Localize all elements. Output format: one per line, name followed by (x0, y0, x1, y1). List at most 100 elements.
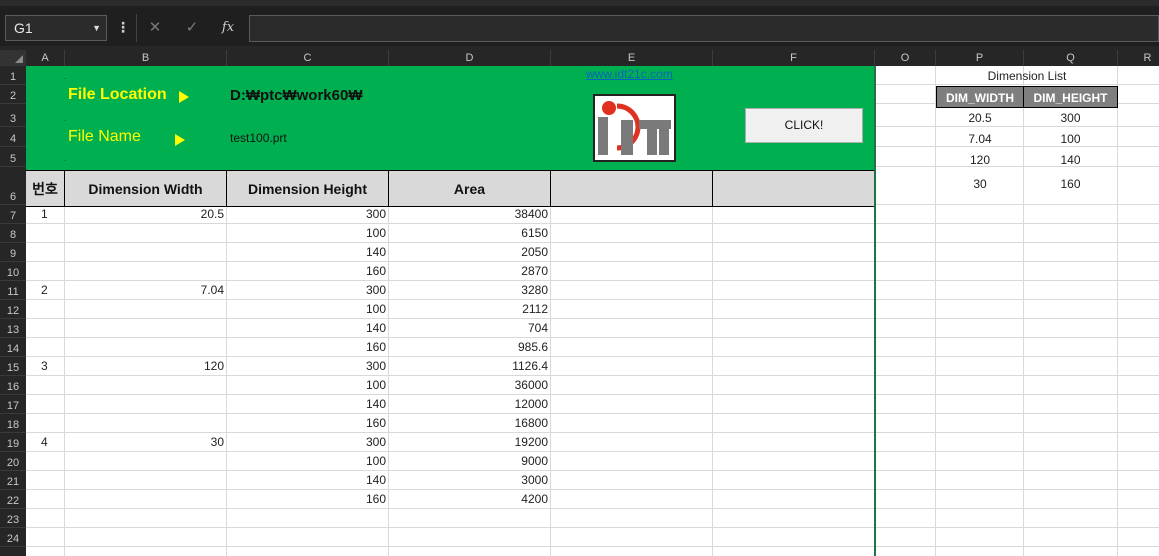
table-cell-no[interactable] (38, 319, 65, 338)
row-header[interactable]: 8 (0, 224, 26, 243)
column-header[interactable]: F (713, 50, 875, 66)
table-cell-height[interactable]: 300 (227, 205, 389, 224)
insert-function-icon[interactable]: fx (216, 16, 240, 40)
check-icon[interactable]: ✓ (180, 16, 204, 40)
column-header[interactable]: Q (1024, 50, 1118, 66)
cell-area[interactable]: . . . File Location D:₩ptc₩work60₩ File … (26, 66, 1159, 556)
column-header[interactable]: B (65, 50, 227, 66)
table-cell-area[interactable]: 1126.4 (389, 357, 551, 376)
table-cell-width[interactable]: 30 (65, 433, 227, 452)
website-link[interactable]: www.idt21c.com (586, 67, 673, 81)
table-cell-area[interactable]: 4200 (389, 490, 551, 509)
table-cell-width[interactable] (65, 300, 227, 319)
table-cell-height[interactable]: 300 (227, 433, 389, 452)
file-name-value[interactable]: test100.prt (230, 131, 287, 145)
table-cell-area[interactable]: 985.6 (389, 338, 551, 357)
table-cell-area[interactable]: 9000 (389, 452, 551, 471)
column-header[interactable]: D (389, 50, 551, 66)
table-cell-width[interactable] (65, 243, 227, 262)
table-cell-area[interactable]: 38400 (389, 205, 551, 224)
row-header[interactable]: 3 (0, 104, 26, 127)
table-cell-width[interactable] (65, 471, 227, 490)
table-cell-no[interactable]: 2 (38, 281, 65, 300)
table-cell-height[interactable]: 160 (227, 338, 389, 357)
table-cell-width[interactable] (65, 319, 227, 338)
dim-height-cell[interactable]: 140 (1023, 150, 1118, 171)
table-cell-height[interactable]: 140 (227, 395, 389, 414)
table-cell-no[interactable]: 4 (38, 433, 65, 452)
table-cell-no[interactable] (38, 376, 65, 395)
table-cell-height[interactable]: 160 (227, 490, 389, 509)
table-cell-width[interactable] (65, 490, 227, 509)
table-cell-width[interactable] (65, 452, 227, 471)
formula-input[interactable] (249, 15, 1159, 42)
table-cell-width[interactable] (65, 338, 227, 357)
chevron-down-icon[interactable]: ▼ (92, 16, 101, 40)
row-header[interactable]: 10 (0, 262, 26, 281)
table-cell-area[interactable]: 2050 (389, 243, 551, 262)
table-cell-no[interactable] (38, 395, 65, 414)
table-cell-no[interactable] (38, 300, 65, 319)
table-cell-area[interactable]: 3000 (389, 471, 551, 490)
file-location-value[interactable]: D:₩ptc₩work60₩ (230, 87, 363, 104)
table-cell-area[interactable]: 704 (389, 319, 551, 338)
row-header[interactable]: 21 (0, 471, 26, 490)
dim-width-cell[interactable]: 20.5 (936, 108, 1024, 129)
table-cell-width[interactable]: 7.04 (65, 281, 227, 300)
dim-height-cell[interactable]: 160 (1023, 174, 1118, 195)
table-cell-width[interactable] (65, 395, 227, 414)
row-header[interactable]: 24 (0, 528, 26, 547)
table-cell-no[interactable]: 1 (38, 205, 65, 224)
row-header[interactable]: 23 (0, 509, 26, 528)
table-cell-area[interactable]: 16800 (389, 414, 551, 433)
row-header[interactable]: 1 (0, 66, 26, 85)
row-header[interactable]: 6 (0, 167, 26, 205)
dim-width-cell[interactable]: 7.04 (936, 129, 1024, 150)
table-cell-no[interactable] (38, 490, 65, 509)
column-header[interactable]: R (1118, 50, 1159, 66)
table-cell-height[interactable]: 160 (227, 414, 389, 433)
column-header[interactable]: E (551, 50, 713, 66)
dim-height-cell[interactable]: 300 (1023, 108, 1118, 129)
table-cell-no[interactable] (38, 452, 65, 471)
table-cell-height[interactable]: 100 (227, 376, 389, 395)
table-cell-area[interactable]: 6150 (389, 224, 551, 243)
row-header[interactable]: 7 (0, 205, 26, 224)
table-cell-no[interactable] (38, 338, 65, 357)
row-header[interactable]: 12 (0, 300, 26, 319)
row-header[interactable]: 9 (0, 243, 26, 262)
table-cell-no[interactable] (38, 471, 65, 490)
more-options-icon[interactable]: ⋮ (116, 16, 130, 40)
table-cell-width[interactable] (65, 262, 227, 281)
dim-width-cell[interactable]: 30 (936, 174, 1024, 195)
table-cell-height[interactable]: 100 (227, 300, 389, 319)
table-cell-height[interactable]: 140 (227, 319, 389, 338)
row-header[interactable]: 2 (0, 85, 26, 104)
table-cell-width[interactable] (65, 414, 227, 433)
table-cell-area[interactable]: 12000 (389, 395, 551, 414)
table-cell-height[interactable]: 300 (227, 281, 389, 300)
table-cell-height[interactable]: 140 (227, 243, 389, 262)
click-button[interactable]: CLICK! (745, 108, 863, 143)
row-header[interactable]: 22 (0, 490, 26, 509)
table-cell-height[interactable]: 100 (227, 452, 389, 471)
column-header[interactable]: O (875, 50, 936, 66)
dim-height-cell[interactable]: 100 (1023, 129, 1118, 150)
table-cell-no[interactable] (38, 224, 65, 243)
table-cell-area[interactable]: 2870 (389, 262, 551, 281)
table-cell-no[interactable]: 3 (38, 357, 65, 376)
table-cell-area[interactable]: 3280 (389, 281, 551, 300)
select-all-corner[interactable] (0, 50, 26, 66)
table-cell-width[interactable] (65, 224, 227, 243)
table-cell-width[interactable]: 120 (65, 357, 227, 376)
column-header[interactable]: C (227, 50, 389, 66)
table-cell-no[interactable] (38, 414, 65, 433)
table-cell-height[interactable]: 100 (227, 224, 389, 243)
row-header[interactable]: 18 (0, 414, 26, 433)
row-header[interactable]: 4 (0, 127, 26, 147)
row-header[interactable]: 16 (0, 376, 26, 395)
table-cell-height[interactable]: 140 (227, 471, 389, 490)
table-cell-area[interactable]: 2112 (389, 300, 551, 319)
row-header[interactable]: 15 (0, 357, 26, 376)
table-cell-no[interactable] (38, 243, 65, 262)
